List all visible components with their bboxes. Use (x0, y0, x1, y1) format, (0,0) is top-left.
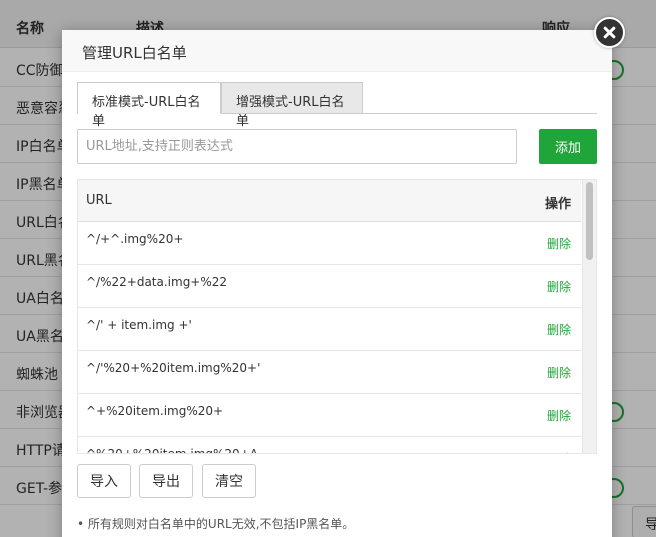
import-button[interactable]: 导入 (77, 464, 131, 498)
url-table: URL 操作 ^/+^.img%20+ 删除 ^/%22+data.img+%22 删… (77, 179, 597, 454)
url-cell: ^/+^.img%20+ (86, 232, 184, 246)
table-body: ^/+^.img%20+ 删除 ^/%22+data.img+%22 删除 ^/' + … (78, 222, 581, 454)
tab-standard-mode[interactable]: 标准模式-URL白名单 (77, 82, 221, 129)
url-cell: ^/'%20+%20item.img%20+' (86, 361, 261, 375)
delete-link[interactable]: 删除 (547, 321, 571, 338)
url-cell: ^/%22+data.img+%22 (86, 275, 228, 289)
table-row: ^/%22+data.img+%22 删除 (78, 265, 581, 308)
column-operation: 操作 (544, 197, 571, 212)
clear-button[interactable]: 清空 (202, 464, 256, 498)
dialog-title: 管理URL白名单 (82, 44, 187, 62)
url-whitelist-dialog: 管理URL白名单 标准模式-URL白名单 增强模式-URL白名单 添加 URL … (62, 30, 612, 537)
table-row: ^/+^.img%20+ 删除 (78, 222, 581, 265)
table-row: ^%20+%20item.img%20+A 删除 (78, 437, 581, 454)
delete-link[interactable]: 删除 (547, 364, 571, 381)
column-url: URL (86, 193, 112, 208)
url-cell: ^%20+%20item.img%20+A (86, 447, 258, 454)
delete-link[interactable]: 删除 (547, 407, 571, 424)
export-button[interactable]: 导出 (139, 464, 193, 498)
table-header: URL 操作 (78, 180, 581, 222)
close-icon[interactable] (594, 17, 625, 48)
delete-link[interactable]: 删除 (547, 450, 571, 453)
url-cell: ^+%20item.img%20+ (86, 404, 224, 418)
mode-tabs: 标准模式-URL白名单 增强模式-URL白名单 (77, 82, 597, 129)
url-cell: ^/' + item.img +' (86, 318, 192, 332)
add-button[interactable]: 添加 (539, 129, 597, 164)
rules-note: • 所有规则对白名单中的URL无效,不包括IP黑名单。 (77, 517, 355, 531)
delete-link[interactable]: 删除 (547, 235, 571, 252)
table-row: ^/' + item.img +' 删除 (78, 308, 581, 351)
dialog-titlebar: 管理URL白名单 (62, 30, 612, 72)
table-row: ^/'%20+%20item.img%20+' 删除 (78, 351, 581, 394)
table-row: ^+%20item.img%20+ 删除 (78, 394, 581, 437)
delete-link[interactable]: 删除 (547, 278, 571, 295)
url-input[interactable] (77, 129, 517, 164)
scrollbar-thumb[interactable] (586, 182, 593, 260)
table-scrollbar[interactable] (582, 180, 596, 453)
tab-enhanced-mode[interactable]: 增强模式-URL白名单 (221, 82, 363, 129)
